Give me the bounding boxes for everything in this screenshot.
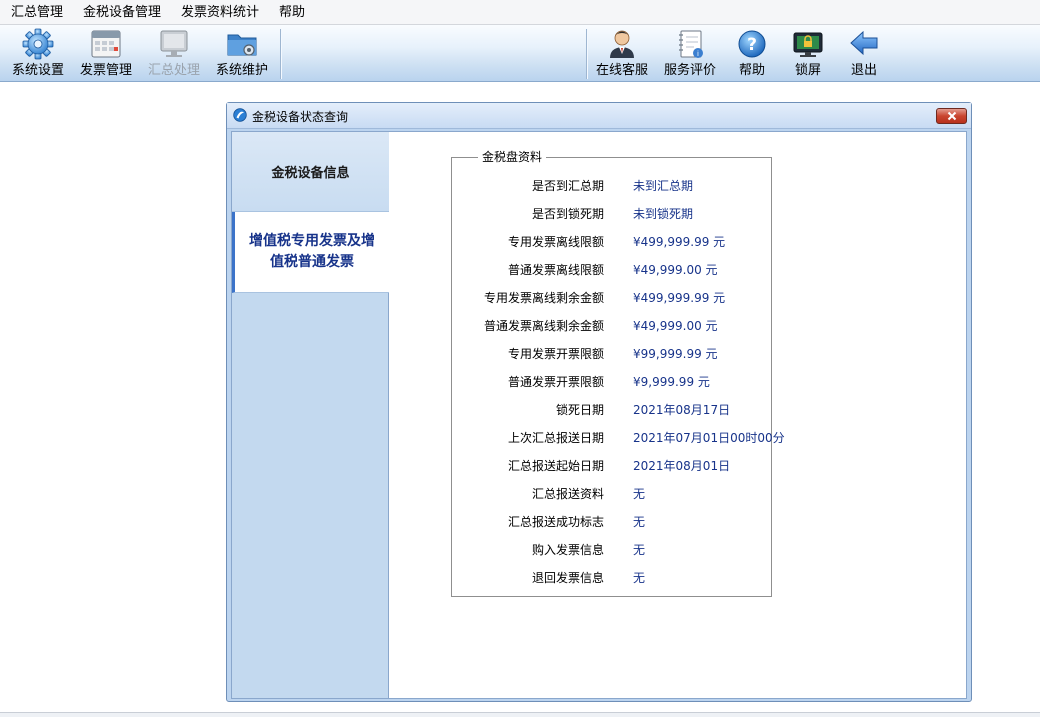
- menu-summary-management[interactable]: 汇总管理: [0, 0, 72, 25]
- menu-help[interactable]: 帮助: [268, 0, 314, 25]
- info-row: 专用发票开票限额 ¥99,999.99 元: [452, 343, 773, 363]
- nav-vat-invoices[interactable]: 增值税专用发票及增值税普通发票: [232, 212, 389, 293]
- status-bar: [0, 712, 1040, 717]
- info-key: 专用发票开票限额: [507, 347, 604, 361]
- monitor-icon: [160, 30, 188, 57]
- tax-disk-info-group: 金税盘资料 是否到汇总期 未到汇总期 是否到锁死期 未到锁死期 专用发票离线限额…: [451, 149, 785, 597]
- info-value: 2021年08月17日: [633, 403, 731, 417]
- info-row: 上次汇总报送日期 2021年07月01日00时00分: [452, 427, 785, 447]
- menu-tax-device-management[interactable]: 金税设备管理: [72, 0, 170, 25]
- info-key: 锁死日期: [555, 403, 604, 417]
- online-service-label: 在线客服: [595, 63, 648, 78]
- info-row: 汇总报送资料 无: [452, 483, 773, 503]
- folder-gear-icon: [227, 34, 257, 56]
- info-row: 普通发票离线剩余金额 ¥49,999.00 元: [452, 315, 773, 335]
- info-row: 汇总报送起始日期 2021年08月01日: [452, 455, 773, 475]
- agent-icon: [610, 30, 634, 58]
- invoice-management-label: 发票管理: [79, 63, 132, 78]
- back-arrow-icon: [850, 30, 878, 56]
- info-value: 2021年07月01日00时00分: [633, 431, 785, 445]
- close-button[interactable]: [936, 108, 967, 124]
- menu-bar: 汇总管理 金税设备管理 发票资料统计 帮助: [0, 0, 1040, 25]
- info-key: 购入发票信息: [531, 543, 604, 557]
- info-key: 汇总报送成功标志: [507, 515, 604, 529]
- device-status-dialog: 金税设备状态查询 金税设备信息 增值税专用发票及增值税普通发票 金税盘资料 是否…: [226, 102, 972, 702]
- info-value: ¥499,999.99 元: [633, 235, 726, 249]
- info-value: 无: [633, 487, 646, 501]
- dialog-body: 金税设备信息 增值税专用发票及增值税普通发票 金税盘资料 是否到汇总期 未到汇总…: [231, 131, 967, 699]
- info-value: ¥499,999.99 元: [633, 291, 726, 305]
- content-panel: 金税盘资料 是否到汇总期 未到汇总期 是否到锁死期 未到锁死期 专用发票离线限额…: [390, 132, 966, 698]
- toolbar-separator: [280, 29, 281, 79]
- info-key: 普通发票离线限额: [507, 263, 604, 277]
- system-settings-button[interactable]: 系统设置: [8, 25, 68, 82]
- info-value: ¥99,999.99 元: [633, 347, 718, 361]
- question-icon: ?: [738, 30, 766, 58]
- info-row: 普通发票离线限额 ¥49,999.00 元: [452, 259, 773, 279]
- info-row: 专用发票离线限额 ¥499,999.99 元: [452, 231, 773, 251]
- app-logo-icon: [233, 108, 247, 122]
- info-key: 普通发票开票限额: [507, 375, 604, 389]
- dialog-title: 金税设备状态查询: [252, 110, 349, 124]
- group-title: 金税盘资料: [478, 149, 547, 165]
- info-key: 普通发票离线剩余金额: [483, 319, 604, 333]
- info-value: 未到汇总期: [633, 179, 694, 193]
- summary-processing-label: 汇总处理: [147, 63, 200, 78]
- side-navigation: 金税设备信息 增值税专用发票及增值税普通发票: [232, 132, 389, 698]
- info-value: ¥49,999.00 元: [633, 263, 718, 277]
- exit-button[interactable]: 退出: [840, 25, 888, 82]
- toolbar: 系统设置 发票管理 汇总处理 系统维护 在线客服 i 服务评价 ? 帮助 锁屏 …: [0, 25, 1040, 82]
- toolbar-separator: [586, 29, 587, 79]
- info-value: 2021年08月01日: [633, 459, 731, 473]
- info-value: ¥49,999.00 元: [633, 319, 718, 333]
- exit-label: 退出: [850, 63, 877, 78]
- info-key: 上次汇总报送日期: [507, 431, 604, 445]
- info-row: 专用发票离线剩余金额 ¥499,999.99 元: [452, 287, 773, 307]
- gear-icon: [22, 28, 54, 60]
- info-value: ¥9,999.99 元: [633, 375, 710, 389]
- info-key: 专用发票离线限额: [507, 235, 604, 249]
- svg-text:?: ?: [747, 35, 757, 55]
- notebook-icon: i: [679, 30, 703, 58]
- info-key: 汇总报送起始日期: [507, 459, 604, 473]
- system-settings-label: 系统设置: [11, 63, 64, 78]
- info-value: 无: [633, 515, 646, 529]
- info-key: 汇总报送资料: [531, 487, 604, 501]
- info-row: 是否到锁死期 未到锁死期: [452, 203, 773, 223]
- info-key: 退回发票信息: [531, 571, 604, 585]
- info-row: 汇总报送成功标志 无: [452, 511, 773, 531]
- info-row: 退回发票信息 无: [452, 567, 773, 587]
- svg-text:i: i: [697, 50, 699, 58]
- lock-screen-label: 锁屏: [794, 63, 821, 78]
- invoice-management-button[interactable]: 发票管理: [76, 25, 136, 82]
- close-icon: [947, 111, 956, 121]
- help-button[interactable]: ? 帮助: [728, 25, 776, 82]
- summary-processing-button[interactable]: 汇总处理: [144, 25, 204, 82]
- info-value: 未到锁死期: [633, 207, 694, 221]
- info-key: 是否到汇总期: [531, 179, 604, 193]
- calendar-grid-icon: [91, 30, 121, 58]
- info-value: 无: [633, 543, 646, 557]
- help-label: 帮助: [738, 63, 765, 78]
- nav-tax-device-info[interactable]: 金税设备信息: [232, 132, 389, 212]
- service-rating-label: 服务评价: [663, 63, 716, 78]
- info-row: 普通发票开票限额 ¥9,999.99 元: [452, 371, 773, 391]
- system-maintenance-label: 系统维护: [215, 63, 268, 78]
- system-maintenance-button[interactable]: 系统维护: [212, 25, 272, 82]
- info-row: 购入发票信息 无: [452, 539, 773, 559]
- dialog-titlebar[interactable]: 金税设备状态查询: [227, 103, 971, 129]
- lock-screen-button[interactable]: 锁屏: [784, 25, 832, 82]
- info-row: 是否到汇总期 未到汇总期: [452, 175, 773, 195]
- service-rating-button[interactable]: i 服务评价: [660, 25, 720, 82]
- menu-invoice-statistics[interactable]: 发票资料统计: [170, 0, 268, 25]
- online-service-button[interactable]: 在线客服: [592, 25, 652, 82]
- info-value: 无: [633, 571, 646, 585]
- info-key: 专用发票离线剩余金额: [483, 291, 604, 305]
- info-row: 锁死日期 2021年08月17日: [452, 399, 773, 419]
- info-key: 是否到锁死期: [531, 207, 604, 221]
- lock-screen-icon: [793, 32, 823, 57]
